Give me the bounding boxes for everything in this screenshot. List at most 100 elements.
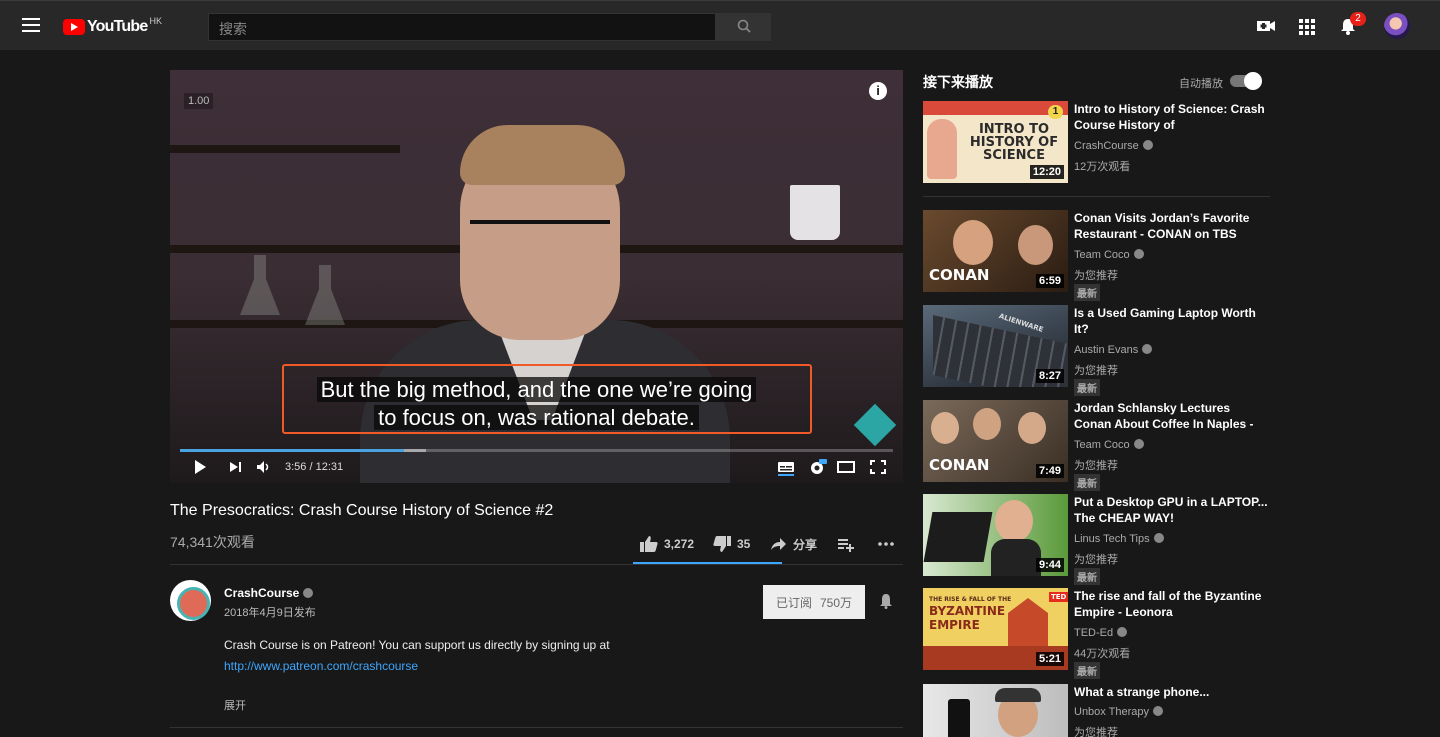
subtitles-icon[interactable] <box>777 458 795 476</box>
channel-name-text: CrashCourse <box>224 586 300 600</box>
channel-text: Linus Tech Tips <box>1074 533 1150 545</box>
share-arrow-icon <box>771 538 786 550</box>
thumb-banner <box>923 101 1068 115</box>
channel-name: Linus Tech Tips <box>1074 533 1164 545</box>
video-title[interactable]: Conan Visits Jordan’s Favorite Restauran… <box>1074 210 1269 242</box>
info-icon[interactable]: i <box>869 82 887 100</box>
channel-avatar[interactable] <box>170 580 211 621</box>
up-next-video[interactable]: INTRO TO HISTORY OF SCIENCE 1 12:20 Intr… <box>923 101 1273 183</box>
new-badge: 最新 <box>1074 474 1100 491</box>
thumb-building <box>1008 598 1048 648</box>
dislike-button[interactable]: 35 <box>713 535 750 553</box>
youtube-logo[interactable]: YouTube HK <box>63 16 162 37</box>
video-description: Crash Course is on Patreon! You can supp… <box>224 638 610 652</box>
channel-name: Unbox Therapy <box>1074 706 1164 718</box>
logo-text: YouTube <box>87 18 148 35</box>
fullscreen-icon[interactable] <box>869 458 887 476</box>
video-title[interactable]: What a strange phone... <box>1074 684 1269 700</box>
video-title[interactable]: The rise and fall of the Byzantine Empir… <box>1074 588 1269 620</box>
video-duration: 12:20 <box>1029 165 1064 179</box>
share-label: 分享 <box>793 537 818 552</box>
video-meta: 为您推荐 <box>1074 460 1118 472</box>
verified-icon <box>1153 706 1164 716</box>
up-next-video[interactable]: THE RISE & FALL OF THE BYZANTINE EMPIRE … <box>923 588 1273 679</box>
new-badge: 最新 <box>1074 568 1100 585</box>
up-next-video[interactable]: What a strange phone... Unbox Therapy 为您… <box>923 684 1273 737</box>
thumb-brand-text: CONAN <box>929 456 990 474</box>
up-next-video[interactable]: ALIENWARE 8:27 Is a Used Gaming Laptop W… <box>923 305 1273 396</box>
autoplay-label: 自动播放 <box>1179 78 1223 90</box>
time-display: 3:56 / 12:31 <box>285 461 344 473</box>
patreon-link[interactable]: http://www.patreon.com/crashcourse <box>224 659 418 673</box>
channel-text: Team Coco <box>1074 439 1130 451</box>
flask-prop <box>240 255 280 315</box>
apps-grid-icon[interactable] <box>1298 15 1316 37</box>
publish-date: 2018年4月9日发布 <box>224 607 316 619</box>
thumb-face <box>1018 225 1053 265</box>
search-button[interactable] <box>716 13 771 41</box>
channel-text: CrashCourse <box>1074 140 1139 152</box>
next-icon[interactable] <box>228 458 244 476</box>
notification-bell-icon[interactable] <box>879 593 893 609</box>
share-button[interactable]: 分享 <box>771 535 817 553</box>
up-next-video[interactable]: CONAN 7:49 Jordan Schlansky Lectures Con… <box>923 400 1273 491</box>
page-scrollbar[interactable] <box>1432 50 1440 737</box>
thumb-figure <box>927 119 957 179</box>
video-meta: 为您推荐 <box>1074 365 1118 377</box>
shelf <box>170 145 400 153</box>
verified-icon <box>1117 627 1128 637</box>
video-thumbnail[interactable]: CONAN 6:59 <box>923 210 1068 292</box>
show-more-button[interactable]: 展开 <box>224 697 246 713</box>
upload-video-icon[interactable] <box>1256 15 1276 37</box>
playlist-index-badge: 1 <box>1048 105 1063 119</box>
theater-mode-icon[interactable] <box>837 458 855 476</box>
verified-icon <box>1133 249 1144 259</box>
up-next-video[interactable]: CONAN 6:59 Conan Visits Jordan’s Favorit… <box>923 210 1273 301</box>
new-badge: 最新 <box>1074 662 1100 679</box>
menu-icon[interactable] <box>22 18 40 32</box>
channel-name[interactable]: CrashCourse <box>224 586 314 600</box>
dislike-count: 35 <box>737 537 751 551</box>
video-title[interactable]: Intro to History of Science: Crash Cours… <box>1074 101 1269 133</box>
account-avatar[interactable] <box>1384 13 1410 39</box>
video-title[interactable]: Is a Used Gaming Laptop Worth It? <box>1074 305 1269 337</box>
ted-logo: TED <box>1049 592 1068 602</box>
thumb-face <box>1018 412 1046 444</box>
up-next-heading: 接下来播放 <box>923 74 993 90</box>
region-label: HK <box>149 16 162 26</box>
add-to-playlist-icon[interactable] <box>838 535 854 553</box>
thumbs-down-icon <box>713 536 731 552</box>
more-actions-icon[interactable] <box>877 535 895 553</box>
up-next-video[interactable]: 9:44 Put a Desktop GPU in a LAPTOP... Th… <box>923 494 1273 585</box>
thumb-laptop <box>923 512 993 562</box>
video-title[interactable]: Put a Desktop GPU in a LAPTOP... The CHE… <box>1074 494 1269 526</box>
video-thumbnail[interactable]: ALIENWARE 8:27 <box>923 305 1068 387</box>
channel-text: Austin Evans <box>1074 344 1139 356</box>
verified-icon <box>1133 439 1144 449</box>
like-button[interactable]: 3,272 <box>640 535 694 553</box>
video-thumbnail[interactable] <box>923 684 1068 737</box>
channel-name: TED-Ed <box>1074 627 1128 639</box>
play-icon[interactable] <box>192 458 208 476</box>
search-icon <box>737 19 751 33</box>
video-thumbnail[interactable]: INTRO TO HISTORY OF SCIENCE 1 12:20 <box>923 101 1068 183</box>
new-badge: 最新 <box>1074 284 1100 301</box>
video-thumbnail[interactable]: THE RISE & FALL OF THE BYZANTINE EMPIRE … <box>923 588 1068 670</box>
autoplay-toggle-knob[interactable] <box>1244 72 1262 90</box>
channel-text: Unbox Therapy <box>1074 706 1150 718</box>
verified-icon <box>1142 344 1153 354</box>
search-input[interactable]: 搜索 <box>208 13 716 41</box>
video-title[interactable]: Jordan Schlansky Lectures Conan About Co… <box>1074 400 1269 432</box>
divider <box>170 727 903 728</box>
verified-icon <box>1153 533 1164 543</box>
video-thumbnail[interactable]: 9:44 <box>923 494 1068 576</box>
volume-icon[interactable] <box>256 458 272 476</box>
view-count: 74,341次观看 <box>170 534 255 550</box>
video-thumbnail[interactable]: CONAN 7:49 <box>923 400 1068 482</box>
video-meta: 为您推荐 <box>1074 727 1118 737</box>
video-duration: 7:49 <box>1035 464 1064 478</box>
thumbs-up-icon <box>640 536 658 552</box>
subscribe-button[interactable]: 已订阅 750万 <box>763 585 865 619</box>
thumb-face <box>953 220 993 265</box>
settings-gear-icon[interactable] <box>808 458 828 476</box>
